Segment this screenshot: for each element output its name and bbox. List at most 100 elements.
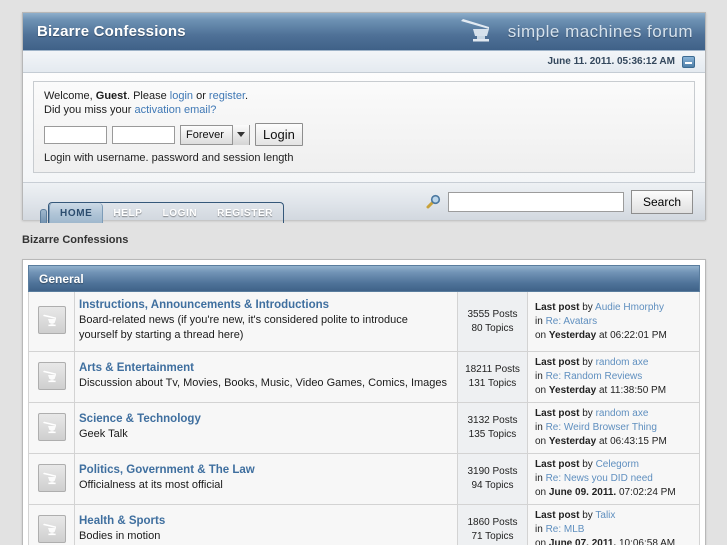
board-off-icon[interactable] xyxy=(37,361,66,390)
board-link-1[interactable]: Arts & Entertainment xyxy=(79,362,449,374)
board-index-panel: General Instructions, Announcements & In… xyxy=(22,259,706,545)
lastpost-author-line: Last post by Celegorm xyxy=(535,458,693,472)
date-bar: June 11. 2011. 05:36:12 AM xyxy=(23,51,705,73)
lastpost-author-link[interactable]: Celegorm xyxy=(596,459,639,470)
lastpost-date-time: at 06:22:01 PM xyxy=(596,329,667,341)
login-form: Forever Login xyxy=(44,123,684,146)
tab-stub-decoration xyxy=(40,209,47,223)
board-off-icon[interactable] xyxy=(37,463,66,492)
lastpost-author-link[interactable]: random axe xyxy=(596,408,649,419)
lastpost-on-text: on xyxy=(535,487,549,498)
lastpost-author-link[interactable]: Talix xyxy=(595,510,615,521)
current-datetime: June 11. 2011. 05:36:12 AM xyxy=(547,56,676,67)
lastpost-in-text: in xyxy=(535,422,546,433)
lastpost-label: Last post xyxy=(535,408,580,419)
lastpost-subject-line: in Re: Weird Browser Thing xyxy=(535,421,693,435)
board-row: Arts & Entertainment Discussion about Tv,… xyxy=(28,351,700,403)
board-table-body: Instructions, Announcements & Introducti… xyxy=(28,292,700,545)
lastpost-author-line: Last post by random axe xyxy=(535,407,693,421)
lastpost-date-time: 07:02:24 PM xyxy=(616,487,676,498)
category-header-general[interactable]: General xyxy=(28,265,700,292)
lastpost-subject-line: in Re: Random Reviews xyxy=(535,370,693,384)
nav-tab-strip: HOME HELP LOGIN REGISTER xyxy=(48,202,285,223)
board-post-count: 3132 Posts xyxy=(467,415,518,426)
collapse-minus-icon[interactable] xyxy=(682,55,695,68)
forum-titlebar: Bizarre Confessions simple machines foru… xyxy=(23,13,705,51)
register-link[interactable]: register xyxy=(209,90,245,102)
login-button[interactable]: Login xyxy=(255,123,303,146)
tab-help[interactable]: HELP xyxy=(103,203,152,223)
tab-login[interactable]: LOGIN xyxy=(152,203,207,223)
activation-line: Did you miss your activation email? xyxy=(44,104,684,116)
board-off-icon[interactable] xyxy=(37,514,66,543)
lastpost-date-main: June 09. 2011. xyxy=(548,487,617,498)
lastpost-subject-line: in Re: MLB xyxy=(535,523,693,537)
activation-email-link[interactable]: activation email? xyxy=(134,104,216,116)
or-text: or xyxy=(193,90,209,102)
lastpost-date-time: at 11:38:50 PM xyxy=(596,385,667,396)
lastpost-subject-link[interactable]: Re: Random Reviews xyxy=(546,371,643,382)
board-lastpost-cell: Last post by Audie Hmorphy in Re: Avatars… xyxy=(527,292,700,352)
lastpost-label: Last post xyxy=(535,510,580,521)
header-panel: Bizarre Confessions simple machines foru… xyxy=(22,12,706,220)
lastpost-on-text: on xyxy=(535,329,549,341)
lastpost-in-text: in xyxy=(535,315,546,327)
board-stats-cell: 3190 Posts 94 Topics xyxy=(457,453,528,505)
board-link-0[interactable]: Instructions, Announcements & Introducti… xyxy=(79,299,449,311)
board-off-icon[interactable] xyxy=(37,306,66,334)
lastpost-by-text: by xyxy=(579,459,596,470)
login-link[interactable]: login xyxy=(170,90,193,102)
lastpost-date-time: 10:06:58 AM xyxy=(616,538,676,545)
board-info-cell: Instructions, Announcements & Introducti… xyxy=(74,292,458,352)
search-button[interactable]: Search xyxy=(630,189,693,214)
category-title: General xyxy=(39,271,84,286)
lastpost-by-text: by xyxy=(579,408,596,419)
lastpost-author-link[interactable]: Audie Hmorphy xyxy=(595,302,664,313)
magnifier-icon xyxy=(425,194,441,210)
lastpost-label: Last post xyxy=(535,459,580,470)
login-hint: Login with username. password and sessio… xyxy=(44,152,294,164)
lastpost-subject-link[interactable]: Re: News you DID need xyxy=(546,473,653,484)
board-row: Health & Sports Bodies in motion 1860 Post… xyxy=(28,504,700,545)
board-topic-count: 94 Topics xyxy=(471,480,514,491)
lastpost-date-line: on Yesterday at 06:22:01 PM xyxy=(535,329,693,343)
board-stats-cell: 3132 Posts 135 Topics xyxy=(457,402,528,454)
board-topic-count: 131 Topics xyxy=(468,378,517,389)
board-info-cell: Science & Technology Geek Talk xyxy=(74,402,458,454)
period-text: . xyxy=(245,90,249,102)
lastpost-subject-link[interactable]: Re: Weird Browser Thing xyxy=(546,422,657,433)
board-link-2[interactable]: Science & Technology xyxy=(79,413,449,425)
tab-home[interactable]: HOME xyxy=(49,203,104,223)
session-length-select[interactable]: Forever xyxy=(180,124,250,145)
board-stats-cell: 1860 Posts 71 Topics xyxy=(457,504,528,545)
lastpost-author-line: Last post by Audie Hmorphy xyxy=(535,301,693,315)
board-icon-cell xyxy=(28,351,75,403)
board-row: Politics, Government & The Law Officialne… xyxy=(28,453,700,505)
board-lastpost-cell: Last post by Celegorm in Re: News you DID… xyxy=(527,453,700,505)
board-icon-cell xyxy=(28,292,75,352)
board-icon-cell xyxy=(28,453,75,505)
lastpost-by-text: by xyxy=(579,510,596,521)
lastpost-in-text: in xyxy=(535,524,546,535)
lastpost-subject-link[interactable]: Re: MLB xyxy=(546,524,585,535)
lastpost-date-main: Yesterday xyxy=(548,436,597,447)
tab-register[interactable]: REGISTER xyxy=(207,203,283,223)
login-box: Welcome, Guest. Please login or register… xyxy=(33,81,695,173)
guest-name: Guest xyxy=(95,90,127,102)
lastpost-in-text: in xyxy=(535,371,546,382)
board-post-count: 1860 Posts xyxy=(467,517,518,528)
username-input[interactable] xyxy=(44,125,107,144)
board-description: Bodies in motion xyxy=(79,530,161,542)
lastpost-subject-link[interactable]: Re: Avatars xyxy=(546,316,598,327)
activation-prefix: Did you miss your xyxy=(44,104,135,116)
lastpost-label: Last post xyxy=(535,301,580,313)
search-input[interactable] xyxy=(447,191,624,212)
board-link-3[interactable]: Politics, Government & The Law xyxy=(79,464,449,476)
board-off-icon[interactable] xyxy=(37,412,66,441)
password-input[interactable] xyxy=(112,125,175,144)
smf-logo-text: simple machines forum xyxy=(507,21,693,41)
board-icon-cell xyxy=(28,402,75,454)
lastpost-author-link[interactable]: random axe xyxy=(596,357,649,368)
chevron-down-icon xyxy=(232,124,249,145)
board-link-4[interactable]: Health & Sports xyxy=(79,515,449,527)
